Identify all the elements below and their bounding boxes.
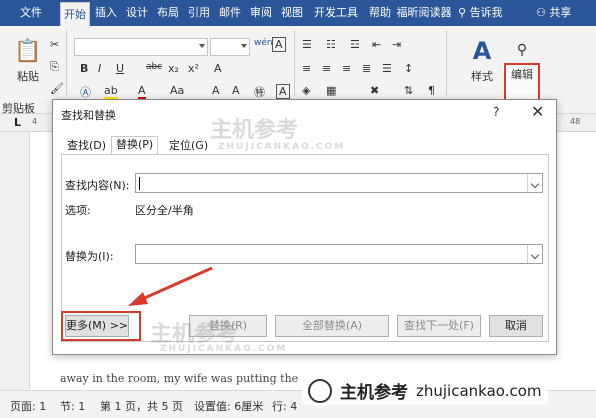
watermark-text: 主机参考 bbox=[210, 118, 299, 143]
watermark-banner-url: zhujicankao.com bbox=[416, 381, 542, 400]
watermark-banner: 主机参考 zhujicankao.com bbox=[302, 376, 548, 405]
watermark-url-2: ZHUJICANKAO.COM bbox=[160, 344, 288, 354]
watermark-logo-icon bbox=[308, 378, 332, 403]
annotation-arrow bbox=[128, 266, 213, 306]
watermark-url: ZHUJICANKAO.COM bbox=[218, 142, 346, 152]
watermark-banner-text: 主机参考 bbox=[340, 383, 408, 403]
